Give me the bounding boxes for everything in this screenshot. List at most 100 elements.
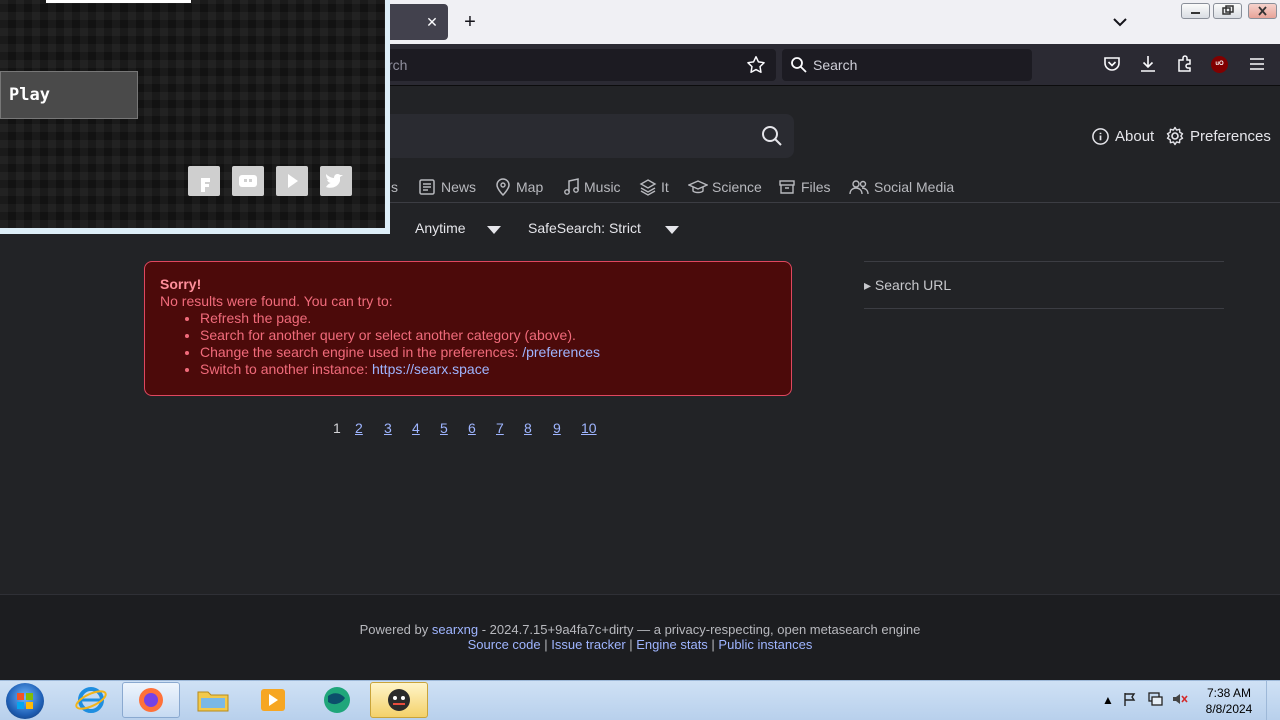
tab-news[interactable]: News xyxy=(417,175,476,199)
source-code-link[interactable]: Source code xyxy=(468,637,541,652)
suggestion-text: Search for another query or select anoth… xyxy=(200,327,576,343)
tab-science[interactable]: Science xyxy=(688,175,762,199)
page-link[interactable]: 9 xyxy=(553,420,561,436)
bookmark-star-icon[interactable] xyxy=(745,54,767,76)
alert-message: No results were found. You can try to: xyxy=(160,293,393,309)
issue-tracker-link[interactable]: Issue tracker xyxy=(551,637,625,652)
popup-title-bar xyxy=(46,0,191,3)
tab-close-icon[interactable]: ✕ xyxy=(424,10,440,34)
close-window-button[interactable] xyxy=(1248,3,1277,19)
tab-music[interactable]: Music xyxy=(562,175,621,199)
internet-explorer-icon[interactable] xyxy=(62,682,120,718)
menu-hamburger-icon[interactable] xyxy=(1247,54,1267,74)
searxng-link[interactable]: searxng xyxy=(432,622,478,637)
page-link[interactable]: 8 xyxy=(524,420,532,436)
time-range-caret-icon[interactable] xyxy=(487,226,501,234)
archive-box-icon xyxy=(779,180,795,194)
url-bar[interactable] xyxy=(380,49,776,81)
page-link[interactable]: 7 xyxy=(496,420,504,436)
action-center-flag-icon[interactable] xyxy=(1122,691,1138,710)
tab-list-chevron-icon[interactable] xyxy=(1108,10,1132,34)
facebook-icon[interactable] xyxy=(188,166,220,196)
tab-label: s xyxy=(391,179,398,195)
music-note-icon xyxy=(564,178,579,195)
about-label: About xyxy=(1115,127,1155,145)
tab-label: It xyxy=(661,179,669,195)
safesearch-caret-icon[interactable] xyxy=(665,226,679,234)
tab-label: Science xyxy=(712,179,762,195)
ublock-origin-icon[interactable]: uO xyxy=(1211,56,1228,73)
preferences-label: Preferences xyxy=(1190,127,1271,145)
twitter-icon[interactable] xyxy=(320,166,352,196)
suggestion-text: Change the search engine used in the pre… xyxy=(200,344,523,360)
engine-stats-link[interactable]: Engine stats xyxy=(636,637,708,652)
searx-search-input[interactable] xyxy=(360,114,794,158)
show-hidden-icons-arrow[interactable]: ▲ xyxy=(1102,693,1114,707)
tab-label: Social Media xyxy=(874,179,955,195)
public-instances-link[interactable]: Public instances xyxy=(718,637,812,652)
tab-it[interactable]: It xyxy=(639,175,669,199)
tab-label: News xyxy=(441,179,477,195)
suggestion-item: Change the search engine used in the pre… xyxy=(200,344,776,361)
new-tab-button[interactable]: + xyxy=(458,8,482,36)
start-button[interactable] xyxy=(6,683,44,719)
game-popup-window: Play xyxy=(0,0,390,234)
separator: | xyxy=(707,637,719,652)
search-url-toggle[interactable]: ▸ Search URL xyxy=(864,277,951,294)
suggestion-item: Switch to another instance: https://sear… xyxy=(200,361,776,378)
tab-social-media[interactable]: Social Media xyxy=(848,175,954,199)
tab-partial[interactable]: s xyxy=(391,175,398,199)
app-globe-icon[interactable] xyxy=(308,682,366,718)
volume-muted-icon[interactable] xyxy=(1171,691,1189,710)
page-link[interactable]: 5 xyxy=(440,420,448,436)
search-icon xyxy=(790,56,808,74)
about-link[interactable]: About xyxy=(1091,124,1154,148)
time-range-select[interactable]: Anytime xyxy=(415,220,466,240)
page-link[interactable]: 3 xyxy=(384,420,392,436)
system-clock[interactable]: 7:38 AM 8/8/2024 xyxy=(1196,685,1262,717)
no-results-alert: Sorry! No results were found. You can tr… xyxy=(144,261,792,396)
searx-space-link[interactable]: https://searx.space xyxy=(372,361,490,377)
discord-icon[interactable] xyxy=(232,166,264,196)
page-link[interactable]: 4 xyxy=(412,420,420,436)
file-explorer-icon[interactable] xyxy=(184,682,242,718)
footer-powered-line: Powered by searxng - 2024.7.15+9a4fa7c+d… xyxy=(0,622,1280,637)
preferences-link[interactable]: Preferences xyxy=(1165,124,1271,148)
play-button[interactable]: Play xyxy=(0,71,138,119)
info-icon xyxy=(1092,127,1109,145)
minimize-button[interactable] xyxy=(1181,3,1210,19)
current-page: 1 xyxy=(333,420,341,436)
extensions-icon[interactable] xyxy=(1175,54,1195,74)
search-submit-icon[interactable] xyxy=(760,124,784,148)
clock-date: 8/8/2024 xyxy=(1205,702,1253,716)
suggestion-item: Refresh the page. xyxy=(200,310,776,327)
alert-title: Sorry! xyxy=(160,276,202,292)
separator: | xyxy=(540,637,552,652)
alert-suggestions: Refresh the page. Search for another que… xyxy=(200,310,776,378)
media-player-icon[interactable] xyxy=(244,682,302,718)
page-link[interactable]: 2 xyxy=(355,420,363,436)
safesearch-select[interactable]: SafeSearch: Strict xyxy=(528,220,641,240)
screen: ✕ + rch Search uO About Preferences s Ne… xyxy=(0,0,1280,720)
page-link[interactable]: 6 xyxy=(468,420,476,436)
firefox-taskbar-icon[interactable] xyxy=(122,682,180,718)
restore-button[interactable] xyxy=(1213,3,1242,19)
footer-text: Powered by xyxy=(359,622,432,637)
preferences-inline-link[interactable]: /preferences xyxy=(522,344,600,360)
pocket-icon[interactable] xyxy=(1102,54,1122,74)
active-app-taskbar-icon[interactable] xyxy=(370,682,428,718)
browser-search-placeholder: Search xyxy=(813,57,858,73)
show-desktop-button[interactable] xyxy=(1266,681,1280,720)
suggestion-text: Switch to another instance: xyxy=(200,361,372,377)
clock-time: 7:38 AM xyxy=(1206,686,1252,700)
network-icon[interactable] xyxy=(1147,691,1163,710)
tab-files[interactable]: Files xyxy=(777,175,831,199)
page-footer: Powered by searxng - 2024.7.15+9a4fa7c+d… xyxy=(0,594,1280,680)
suggestion-item: Search for another query or select anoth… xyxy=(200,327,776,344)
separator: | xyxy=(625,637,637,652)
page-link[interactable]: 10 xyxy=(581,420,597,436)
tab-map[interactable]: Map xyxy=(494,175,543,199)
youtube-icon[interactable] xyxy=(276,166,308,196)
newspaper-icon xyxy=(419,179,435,195)
downloads-icon[interactable] xyxy=(1138,54,1158,74)
